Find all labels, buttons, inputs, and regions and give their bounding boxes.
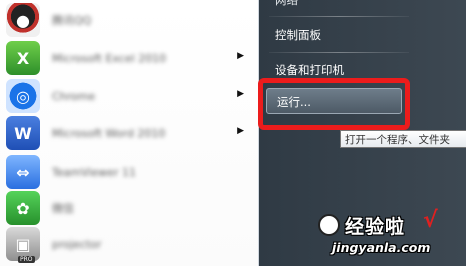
watermark-logo-icon xyxy=(318,214,340,236)
teamviewer-icon: ⇔ xyxy=(6,155,40,189)
program-label: 微信 xyxy=(52,202,74,215)
program-item-qq[interactable]: ● 腾讯QQ xyxy=(6,0,250,40)
qq-icon: ● xyxy=(6,3,40,37)
program-label: Chrome xyxy=(52,89,96,103)
highlight-frame xyxy=(258,78,410,130)
program-item-word[interactable]: W Microsoft Word 2010 ▶ xyxy=(6,113,250,153)
program-item-browser[interactable]: ◎ Chrome ▶ xyxy=(6,76,250,116)
menu-separator xyxy=(269,52,409,53)
program-label: 腾讯QQ xyxy=(52,14,92,27)
program-item-teamviewer[interactable]: ⇔ TeamViewer 11 xyxy=(6,152,250,192)
program-item-excel[interactable]: X Microsoft Excel 2010 ▶ xyxy=(6,38,250,78)
wechat-icon: ✿ xyxy=(6,191,40,225)
menu-item-devices-printers[interactable]: 设备和打印机 xyxy=(275,62,344,78)
menu-separator xyxy=(269,16,409,17)
watermark-title: 经验啦 xyxy=(345,216,406,238)
programs-pane: ● 腾讯QQ X Microsoft Excel 2010 ▶ ◎ Chrome… xyxy=(0,0,259,266)
watermark-check-icon: √ xyxy=(423,208,438,233)
submenu-arrow-icon: ▶ xyxy=(237,51,244,61)
excel-icon: X xyxy=(6,41,40,75)
run-tooltip: 打开一个程序、文件夹 xyxy=(340,130,466,148)
program-label: Microsoft Word 2010 xyxy=(52,126,166,140)
submenu-arrow-icon: ▶ xyxy=(237,89,244,99)
program-label: projector xyxy=(52,237,102,251)
word-icon: W xyxy=(6,116,40,150)
program-item-projector[interactable]: ▣ projector xyxy=(6,224,250,264)
browser-icon: ◎ xyxy=(6,79,40,113)
program-label: TeamViewer 11 xyxy=(52,165,136,179)
program-item-wechat[interactable]: ✿ 微信 xyxy=(6,188,250,228)
program-label: Microsoft Excel 2010 xyxy=(52,51,167,65)
watermark-url: jingyanla.com xyxy=(332,240,431,255)
menu-item-control-panel[interactable]: 控制面板 xyxy=(275,27,321,43)
menu-item-network[interactable]: 网络 xyxy=(275,0,298,8)
submenu-arrow-icon: ▶ xyxy=(237,126,244,136)
pro-badge: PRO xyxy=(18,256,35,263)
